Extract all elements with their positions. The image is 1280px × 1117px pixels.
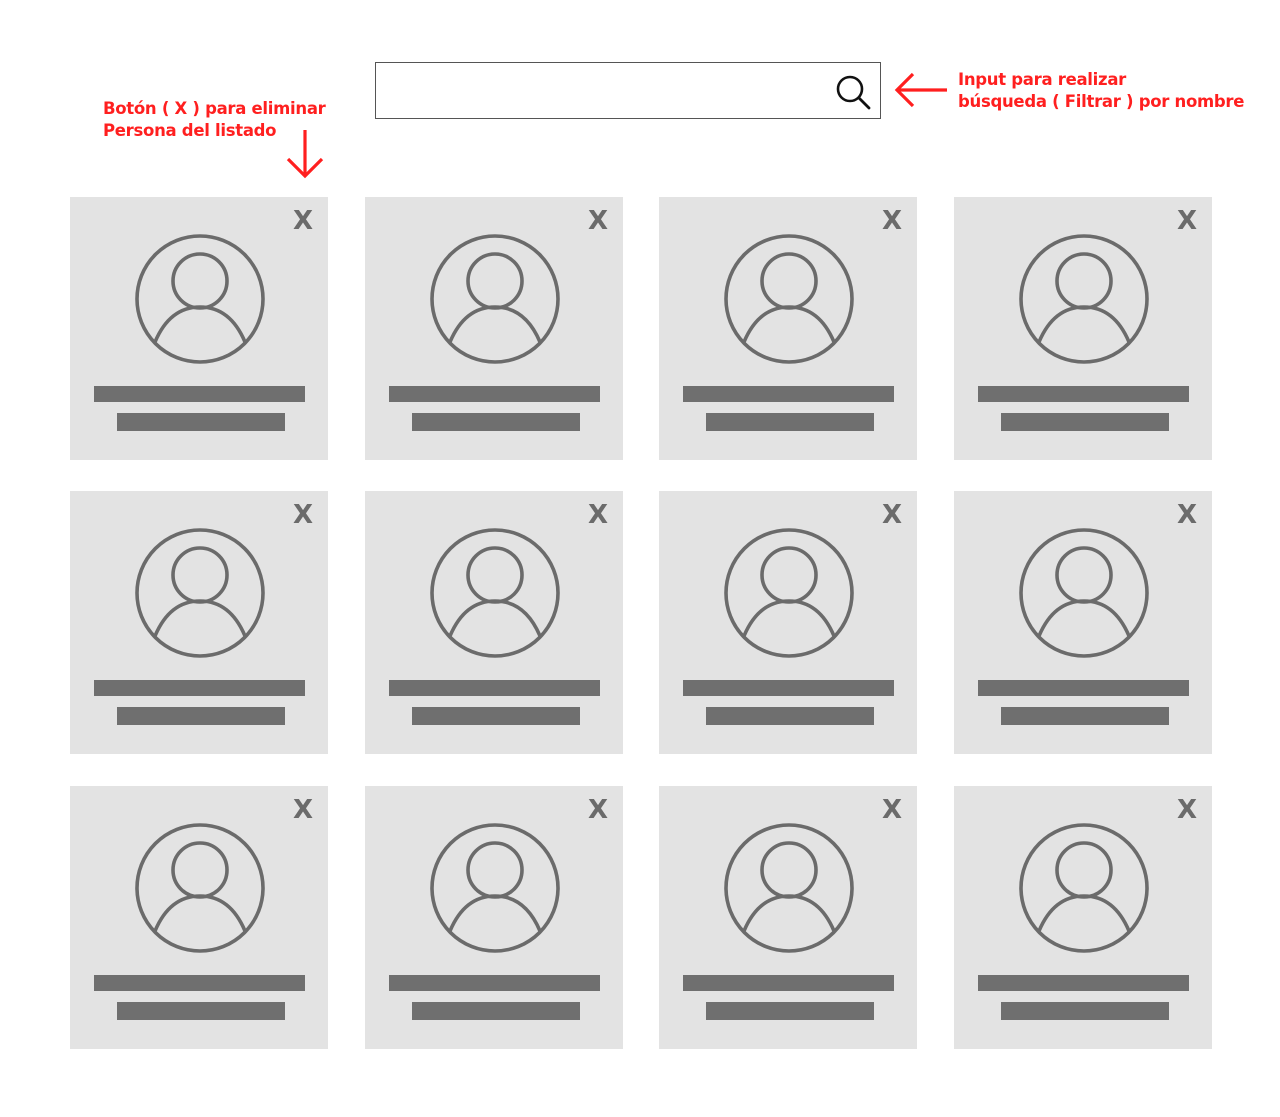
person-detail-placeholder	[1001, 707, 1169, 725]
user-avatar-icon	[430, 823, 560, 953]
person-name-placeholder	[94, 680, 305, 696]
delete-person-button[interactable]: X	[879, 207, 905, 235]
user-avatar-icon	[135, 823, 265, 953]
person-card: X	[70, 491, 328, 754]
delete-person-button[interactable]: X	[879, 501, 905, 529]
delete-person-button[interactable]: X	[290, 796, 316, 824]
search-annotation-line1: Input para realizar	[958, 70, 1126, 89]
person-name-placeholder	[94, 975, 305, 991]
person-name-placeholder	[94, 386, 305, 402]
delete-person-button[interactable]: X	[290, 207, 316, 235]
person-card: X	[659, 786, 917, 1049]
delete-person-button[interactable]: X	[585, 501, 611, 529]
person-name-placeholder	[683, 975, 894, 991]
person-detail-placeholder	[1001, 1002, 1169, 1020]
search-input[interactable]	[376, 63, 816, 118]
search-annotation: Input para realizar búsqueda ( Filtrar )…	[958, 69, 1244, 113]
user-avatar-icon	[1019, 823, 1149, 953]
person-card: X	[659, 197, 917, 460]
delete-person-button[interactable]: X	[1174, 207, 1200, 235]
person-detail-placeholder	[412, 707, 580, 725]
person-detail-placeholder	[412, 413, 580, 431]
person-card: X	[70, 197, 328, 460]
annotation-arrow-left-icon	[894, 72, 947, 108]
user-avatar-icon	[430, 528, 560, 658]
person-card: X	[954, 786, 1212, 1049]
search-icon[interactable]	[834, 73, 872, 111]
person-name-placeholder	[389, 975, 600, 991]
person-card: X	[365, 197, 623, 460]
person-name-placeholder	[683, 680, 894, 696]
user-avatar-icon	[724, 528, 854, 658]
person-name-placeholder	[683, 386, 894, 402]
person-detail-placeholder	[706, 707, 874, 725]
delete-annotation-line1: Botón ( X ) para eliminar	[103, 99, 326, 118]
user-avatar-icon	[1019, 234, 1149, 364]
person-name-placeholder	[978, 975, 1189, 991]
person-detail-placeholder	[706, 413, 874, 431]
person-card: X	[954, 197, 1212, 460]
user-avatar-icon	[430, 234, 560, 364]
delete-person-button[interactable]: X	[585, 207, 611, 235]
person-detail-placeholder	[1001, 413, 1169, 431]
person-card: X	[659, 491, 917, 754]
delete-person-button[interactable]: X	[879, 796, 905, 824]
user-avatar-icon	[1019, 528, 1149, 658]
person-card: X	[365, 786, 623, 1049]
delete-person-button[interactable]: X	[1174, 796, 1200, 824]
search-box[interactable]	[375, 62, 881, 119]
delete-person-button[interactable]: X	[1174, 501, 1200, 529]
delete-person-button[interactable]: X	[290, 501, 316, 529]
person-detail-placeholder	[117, 707, 285, 725]
user-avatar-icon	[135, 528, 265, 658]
person-detail-placeholder	[117, 1002, 285, 1020]
annotation-arrow-down-icon	[286, 130, 324, 179]
user-avatar-icon	[724, 823, 854, 953]
user-avatar-icon	[135, 234, 265, 364]
user-avatar-icon	[724, 234, 854, 364]
person-name-placeholder	[978, 386, 1189, 402]
person-name-placeholder	[389, 680, 600, 696]
person-detail-placeholder	[117, 413, 285, 431]
person-detail-placeholder	[412, 1002, 580, 1020]
person-name-placeholder	[978, 680, 1189, 696]
search-annotation-line2: búsqueda ( Filtrar ) por nombre	[958, 92, 1245, 111]
person-name-placeholder	[389, 386, 600, 402]
person-card: X	[365, 491, 623, 754]
delete-person-button[interactable]: X	[585, 796, 611, 824]
person-detail-placeholder	[706, 1002, 874, 1020]
person-card: X	[954, 491, 1212, 754]
person-card: X	[70, 786, 328, 1049]
